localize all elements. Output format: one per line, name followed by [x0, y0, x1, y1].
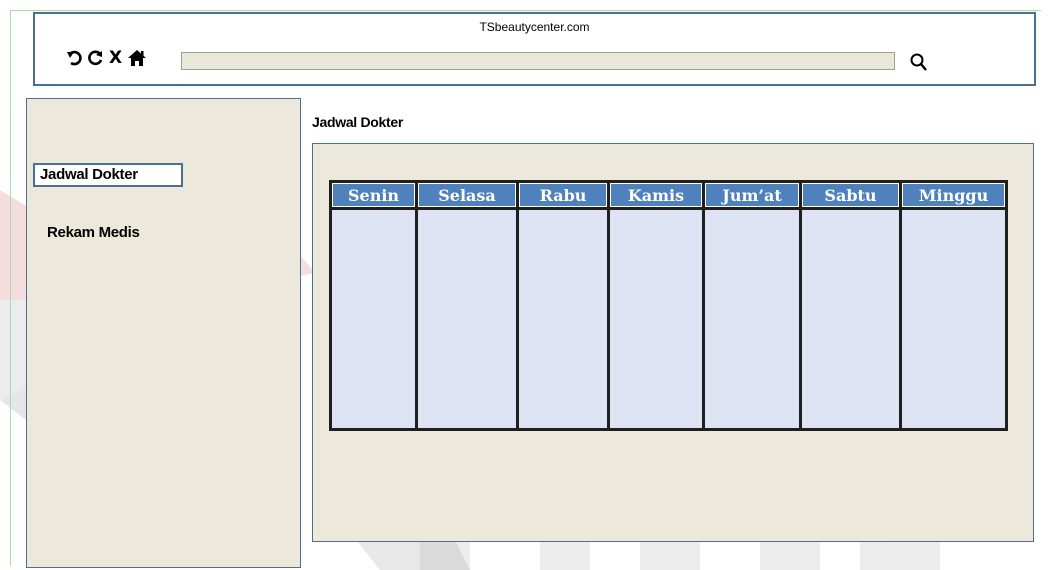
- close-icon[interactable]: X: [109, 48, 122, 68]
- schedule-cell-selasa: [415, 208, 519, 430]
- undo-icon[interactable]: [66, 49, 84, 67]
- home-icon[interactable]: [127, 49, 147, 67]
- schedule-cell-rabu: [516, 208, 610, 430]
- schedule-cell-sabtu: [799, 208, 902, 430]
- schedule-table: Senin Selasa Rabu Kamis Jum’at Sabtu Min…: [329, 180, 1008, 431]
- column-header-jumat: Jum’at: [702, 180, 802, 210]
- address-bar[interactable]: [181, 52, 895, 70]
- sidebar: Jadwal Dokter Rekam Medis: [26, 98, 301, 568]
- schedule-cell-minggu: [899, 208, 1008, 430]
- schedule-body-row: [329, 208, 1008, 430]
- column-header-sabtu: Sabtu: [799, 180, 902, 210]
- site-title: TSbeautycenter.com: [479, 20, 590, 34]
- schedule-cell-kamis: [607, 208, 705, 430]
- refresh-icon[interactable]: [86, 49, 104, 67]
- search-icon[interactable]: [909, 51, 929, 73]
- column-header-selasa: Selasa: [415, 180, 519, 210]
- content-panel: Senin Selasa Rabu Kamis Jum’at Sabtu Min…: [312, 143, 1034, 542]
- schedule-cell-senin: [329, 208, 418, 430]
- schedule-cell-jumat: [702, 208, 802, 430]
- column-header-kamis: Kamis: [607, 180, 705, 210]
- column-header-senin: Senin: [329, 180, 418, 210]
- column-header-rabu: Rabu: [516, 180, 610, 210]
- column-header-minggu: Minggu: [899, 180, 1008, 210]
- page-title: Jadwal Dokter: [312, 114, 404, 130]
- nav-icons: X: [66, 48, 147, 68]
- sidebar-item-rekam-medis[interactable]: Rekam Medis: [47, 224, 140, 241]
- browser-toolbar: TSbeautycenter.com X: [33, 12, 1036, 86]
- schedule-header-row: Senin Selasa Rabu Kamis Jum’at Sabtu Min…: [329, 180, 1008, 210]
- sidebar-item-jadwal-dokter[interactable]: Jadwal Dokter: [33, 163, 183, 187]
